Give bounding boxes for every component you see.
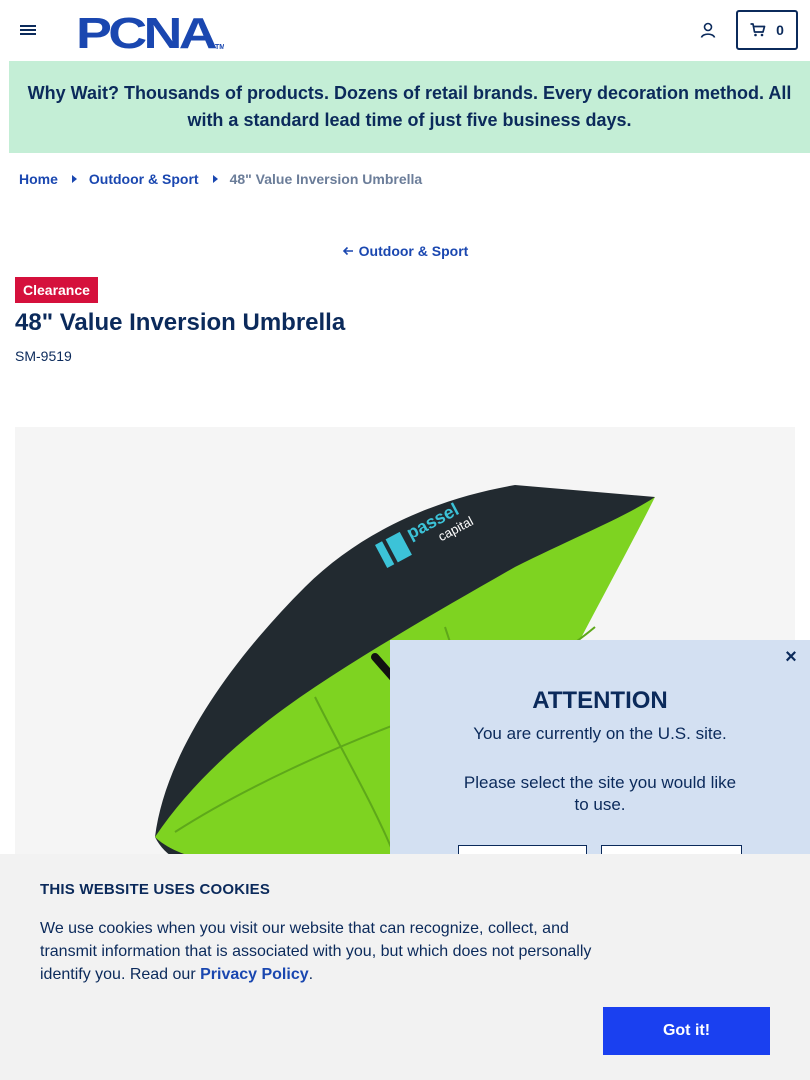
logo-text: PCNA xyxy=(76,11,217,51)
privacy-policy-link[interactable]: Privacy Policy xyxy=(200,966,309,983)
logo-trademark: TM xyxy=(215,44,224,51)
cookie-title: THIS WEBSITE USES COOKIES xyxy=(40,881,271,898)
cart-button[interactable]: 0 xyxy=(736,10,798,50)
attention-title: ATTENTION xyxy=(532,687,668,714)
cookie-text-end: . xyxy=(308,966,314,983)
cookie-text: We use cookies when you visit our websit… xyxy=(40,917,600,986)
cookie-text-body: We use cookies when you visit our websit… xyxy=(40,920,592,983)
back-link-label: Outdoor & Sport xyxy=(358,243,469,259)
breadcrumb-category[interactable]: Outdoor & Sport xyxy=(89,171,199,187)
arrow-left-icon xyxy=(342,246,353,256)
cookie-banner: THIS WEBSITE USES COOKIES We use cookies… xyxy=(0,854,810,1080)
breadcrumb-home[interactable]: Home xyxy=(19,171,58,187)
product-title: 48" Value Inversion Umbrella xyxy=(15,309,346,336)
caret-right-icon xyxy=(71,175,77,183)
attention-prompt: Please select the site you would like to… xyxy=(463,773,737,814)
user-icon[interactable] xyxy=(699,21,717,39)
back-link-row: Outdoor & Sport xyxy=(0,243,810,259)
cart-icon xyxy=(750,23,766,37)
caret-right-icon xyxy=(212,175,218,183)
close-icon[interactable]: × xyxy=(782,647,800,667)
accept-cookies-button[interactable]: Got it! xyxy=(603,1007,770,1055)
promo-banner: Why Wait? Thousands of products. Dozens … xyxy=(9,61,810,153)
hamburger-icon[interactable] xyxy=(19,22,37,38)
pcna-logo[interactable]: PCNA TM xyxy=(76,11,224,51)
back-to-category-link[interactable]: Outdoor & Sport xyxy=(342,243,469,259)
breadcrumb-current: 48" Value Inversion Umbrella xyxy=(229,171,423,187)
site-header: PCNA TM 0 xyxy=(0,0,810,60)
product-sku: SM-9519 xyxy=(15,348,72,364)
attention-message: You are currently on the U.S. site. xyxy=(473,724,727,743)
breadcrumb: Home Outdoor & Sport 48" Value Inversion… xyxy=(19,171,422,187)
clearance-badge: Clearance xyxy=(15,277,98,303)
cart-count: 0 xyxy=(776,22,784,38)
promo-text: Why Wait? Thousands of products. Dozens … xyxy=(27,83,792,130)
